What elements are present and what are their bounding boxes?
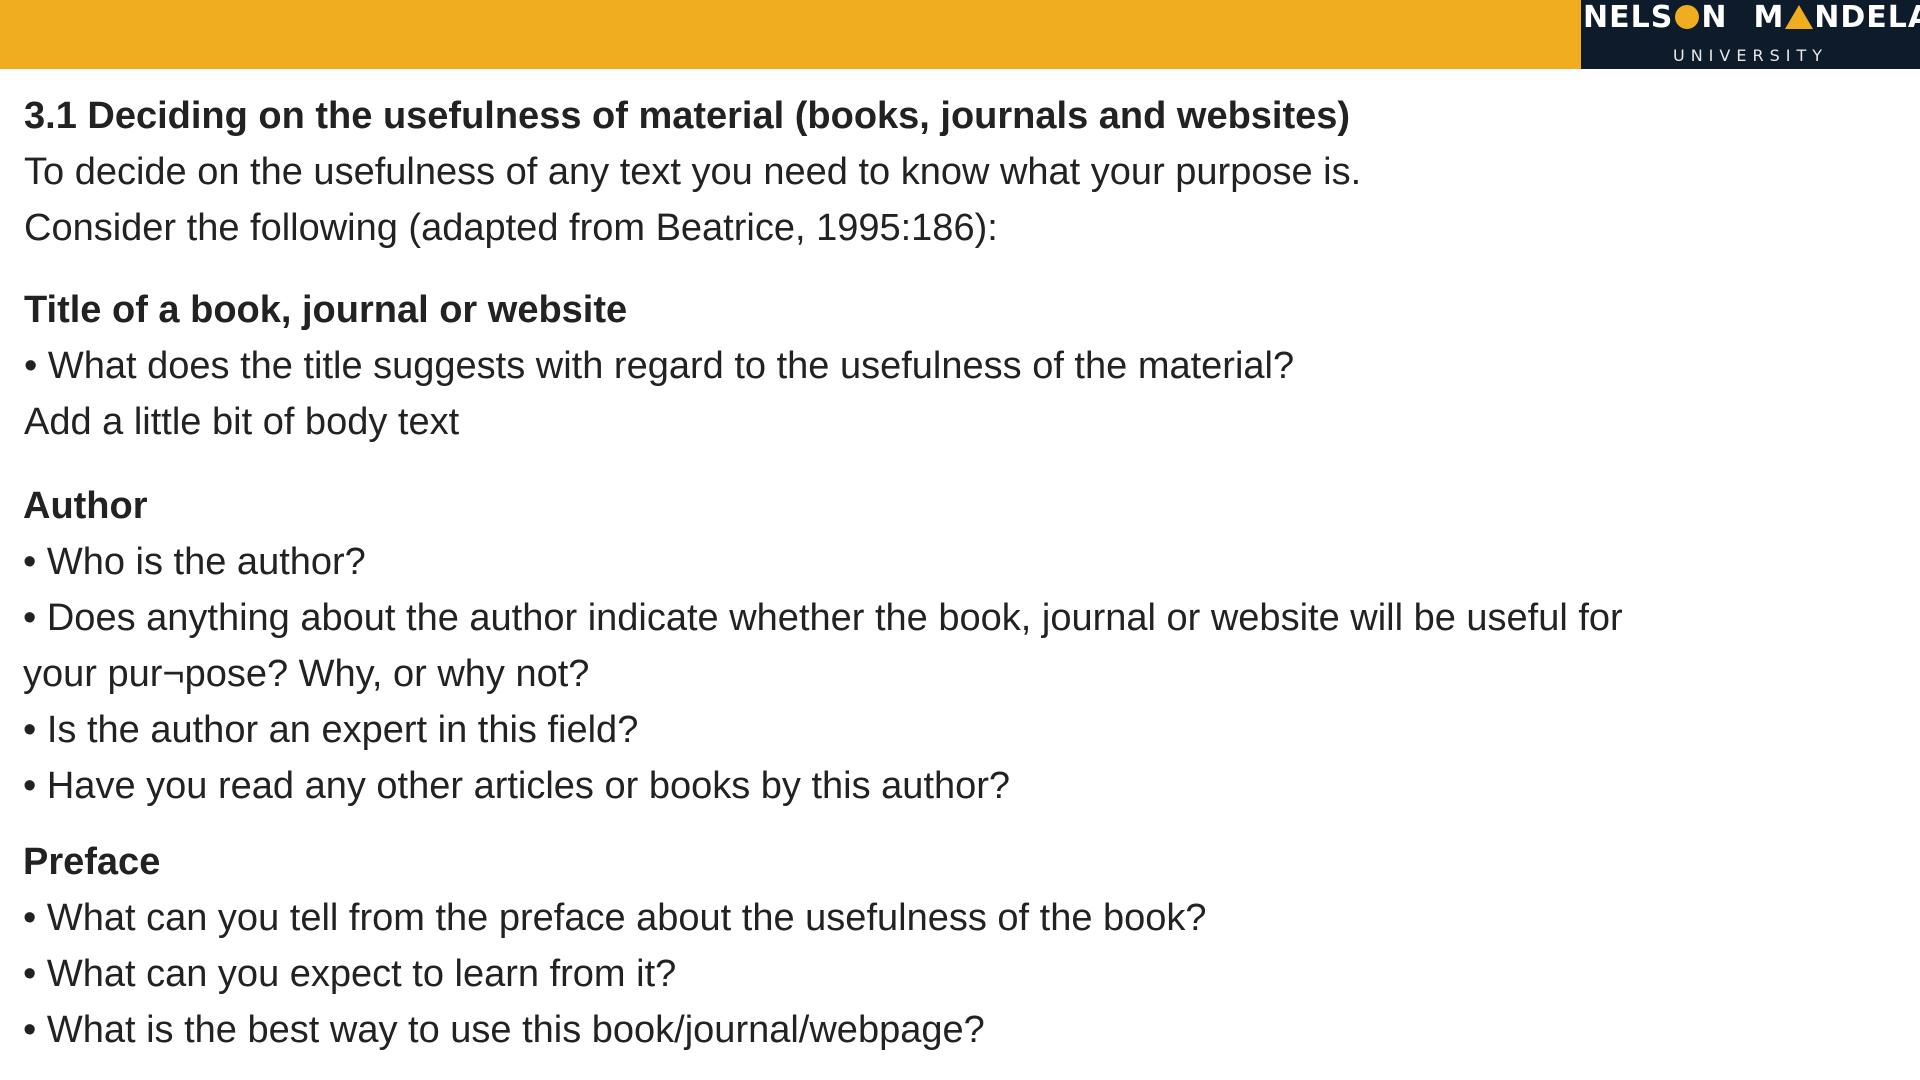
logo-text-part: NELS bbox=[1583, 0, 1674, 35]
sun-icon bbox=[1675, 5, 1700, 29]
intro-text: To decide on the usefulness of any text … bbox=[24, 151, 1362, 193]
section-heading-title: Title of a book, journal or website bbox=[24, 289, 628, 331]
logo-text-part: N bbox=[1701, 0, 1728, 35]
logo-subtitle: UNIVERSITY bbox=[1673, 46, 1828, 65]
logo-wordmark: NELS N M NDELA bbox=[1583, 0, 1920, 35]
list-item: • Who is the author? bbox=[23, 541, 366, 583]
intro-text: Consider the following (adapted from Bea… bbox=[24, 207, 998, 249]
university-logo: NELS N M NDELA UNIVERSITY bbox=[1581, 0, 1920, 69]
list-item: • What does the title suggests with rega… bbox=[24, 345, 1295, 387]
logo-text-part: M bbox=[1753, 0, 1785, 35]
header-bar bbox=[0, 0, 1581, 69]
list-item: • What can you tell from the preface abo… bbox=[23, 897, 1207, 939]
triangle-icon bbox=[1785, 5, 1814, 29]
list-item: • What is the best way to use this book/… bbox=[23, 1009, 985, 1051]
section-heading-author: Author bbox=[23, 485, 148, 527]
section-heading-preface: Preface bbox=[23, 841, 161, 883]
slide-content: 3.1 Deciding on the usefulness of materi… bbox=[23, 88, 1724, 1058]
list-item: • What can you expect to learn from it? bbox=[23, 953, 677, 995]
list-item: • Is the author an expert in this field? bbox=[23, 709, 639, 751]
list-item-continuation: your pur¬pose? Why, or why not? bbox=[23, 653, 590, 695]
body-text: Add a little bit of body text bbox=[24, 401, 460, 443]
list-item: • Does anything about the author indicat… bbox=[23, 597, 1623, 639]
page-title: 3.1 Deciding on the usefulness of materi… bbox=[24, 95, 1351, 137]
list-item: • Have you read any other articles or bo… bbox=[23, 765, 1011, 807]
logo-text-part: NDELA bbox=[1814, 0, 1920, 35]
